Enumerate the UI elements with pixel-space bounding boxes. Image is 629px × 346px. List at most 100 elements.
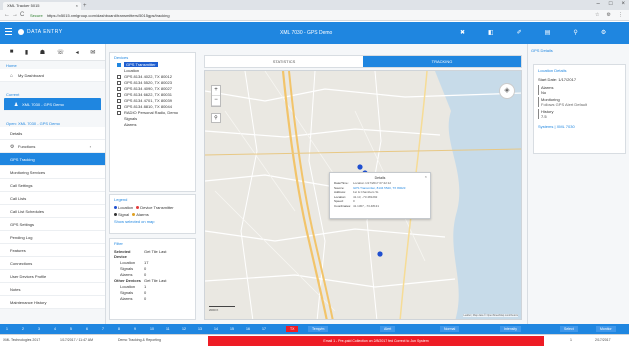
user-icon[interactable]: ☗ (40, 49, 45, 56)
strip-number: 7 (102, 327, 104, 331)
sidebar-item-dashboard[interactable]: ⌂ My Dashboard (0, 69, 105, 82)
monitoring-info: Monitoring Follows GPS Alert Default (538, 97, 621, 107)
bookmark-list-icon[interactable]: ▮ (25, 49, 28, 56)
close-record-icon[interactable]: ✖ (460, 29, 465, 37)
extensions-icon[interactable]: ⚙ (607, 12, 611, 19)
tx-chip[interactable]: TX (286, 326, 299, 332)
map-search-icon[interactable]: ⚲ (211, 113, 221, 123)
monitor-chip[interactable]: Monitor (596, 326, 616, 332)
sidebar-item-label: GPS Settings (10, 222, 35, 227)
checkbox[interactable] (117, 98, 121, 103)
edit-icon[interactable]: ✐ (517, 29, 522, 37)
send-icon[interactable]: ◂ (76, 49, 79, 56)
strip-number: 14 (214, 327, 218, 331)
sidebar-item-pending-log[interactable]: Pending Log (0, 231, 105, 244)
forward-icon[interactable]: → (12, 12, 18, 19)
checkbox[interactable] (117, 104, 121, 109)
popup-close-icon[interactable]: × (425, 174, 427, 179)
legend-title: Legend (114, 197, 128, 202)
zoom-control: + − (211, 85, 221, 107)
location-popup: Details × Date/Time: Location 1/17/2017 0… (329, 172, 431, 219)
strip-number: 10 (150, 327, 154, 331)
sidebar-item-label: User Devices Profile (10, 274, 47, 279)
close-window-icon[interactable]: × (621, 1, 625, 7)
temp-chip[interactable]: Temp/m (308, 326, 329, 332)
map-attribution[interactable]: Leaflet | Map data © OpenStreetMap contr… (463, 314, 518, 317)
reload-icon[interactable]: C (20, 12, 24, 19)
sidebar-item-features[interactable]: Features (0, 244, 105, 257)
sidebar-item-details[interactable]: Details (0, 127, 105, 140)
brand[interactable]: DATA ENTRY (18, 28, 63, 36)
address-bar: ← → C Secure https://x5015.xmlgroup.com/… (0, 10, 629, 21)
map[interactable]: + − ⚲ ◈ Details × Date/Time: Location 1/1… (204, 70, 522, 320)
normal-chip[interactable]: Normal (440, 326, 460, 332)
hamburger-menu-icon[interactable] (5, 28, 12, 35)
minimize-icon[interactable]: – (597, 1, 600, 7)
sidebar-item-label: Features (10, 248, 26, 253)
tracking-main: STATISTICS TRACKING + − ⚲ ◈ Details × Da… (199, 44, 527, 324)
sidebar-item-label: Call Settings (10, 183, 33, 188)
sidebar-item-user-devices[interactable]: User Devices Profile (0, 270, 105, 283)
map-scale: 2000 ft (209, 306, 235, 312)
zoom-in-button[interactable]: + (212, 86, 220, 96)
systems-title[interactable]: Systems | XML 7030 (534, 121, 625, 132)
location-swatch (114, 206, 117, 209)
new-tab-button[interactable]: + (83, 2, 91, 10)
checkbox[interactable] (117, 62, 121, 67)
copyright: XML Technologies 2017 (3, 338, 41, 342)
checkbox[interactable] (117, 92, 121, 97)
alert-chip[interactable]: Alert (380, 326, 396, 332)
layers-icon[interactable]: ◈ (499, 83, 515, 99)
devices-title: Devices (114, 55, 129, 60)
sidebar-item-gps-settings[interactable]: GPS Settings (0, 218, 105, 231)
tab-tracking[interactable]: TRACKING (363, 56, 521, 67)
list-icon[interactable]: ▤ (545, 29, 551, 37)
tab-statistics[interactable]: STATISTICS (205, 56, 363, 67)
sidebar-item-maintenance[interactable]: Maintenance History (0, 296, 105, 309)
sidebar-item-call-lists[interactable]: Call Lists (0, 192, 105, 205)
sidebar-item-label: Functions (18, 144, 36, 149)
bottom-status-strip: 1 2 3 4 5 6 7 8 9 10 11 12 13 14 15 16 1… (0, 324, 629, 334)
sidebar-item-connections[interactable]: Connections (0, 257, 105, 270)
location-details-title: Location Details (538, 68, 567, 73)
sidebar-item-current[interactable]: ♟ XML 7030 - GPS Demo (4, 98, 101, 111)
phone-icon[interactable]: ☏ (57, 49, 65, 56)
sidebar-item-call-settings[interactable]: Call Settings (0, 179, 105, 192)
sidebar-item-call-list-schedules[interactable]: Call List Schedules (0, 205, 105, 218)
sidebar-item-label: My Dashboard (18, 73, 45, 78)
strip-number: 17 (262, 327, 266, 331)
maximize-icon[interactable]: □ (609, 1, 613, 7)
mail-icon[interactable]: ✉ (90, 49, 95, 56)
intensity-chip[interactable]: Intensity (500, 326, 522, 332)
legend-panel: Legend Location Device Transmitter Signa… (109, 194, 196, 234)
device-item[interactable]: Alarms (110, 122, 195, 128)
sidebar-item-functions[interactable]: ⚙ Functions › (0, 140, 105, 153)
checkbox[interactable] (117, 74, 121, 79)
sidebar-item-monitoring[interactable]: Monitoring Services (0, 166, 105, 179)
url-text: https://x5015.xmlgroup.com/dashboard/tra… (46, 13, 170, 18)
checkbox[interactable] (117, 86, 121, 91)
alert-banner[interactable]: Email 1 - Pre-paid Collection on 2/8/201… (208, 336, 544, 346)
sidebar-item-gps-tracking[interactable]: GPS Tracking (0, 153, 105, 166)
browser-menu-icon[interactable]: ⋮ (618, 12, 623, 19)
sidebar-section-home: Home (6, 63, 17, 68)
home-icon[interactable]: ■ (10, 49, 14, 55)
show-selected-link[interactable]: Show selected on map (114, 219, 154, 224)
settings-icon[interactable]: ⚙ (601, 29, 606, 37)
bookmark-icon[interactable]: ☆ (595, 12, 599, 19)
strip-number: 3 (38, 327, 40, 331)
checkbox[interactable] (117, 80, 121, 85)
sidebar-item-notes[interactable]: Notes (0, 283, 105, 296)
filter-title: Filter (114, 241, 123, 246)
checkbox[interactable] (117, 110, 121, 115)
url-field[interactable]: Secure https://x5015.xmlgroup.com/dashbo… (30, 12, 450, 19)
select-chip[interactable]: Select (560, 326, 578, 332)
search-icon[interactable]: ⚲ (573, 29, 577, 37)
alarm-swatch (132, 213, 136, 216)
legend-row: Signal Alarms (110, 211, 195, 218)
tab-close-icon[interactable]: × (76, 2, 78, 10)
split-view-icon[interactable]: ◧ (488, 29, 494, 37)
browser-tab[interactable]: XML Tracker 5015 × (3, 2, 81, 10)
back-icon[interactable]: ← (4, 12, 10, 19)
zoom-out-button[interactable]: − (212, 96, 220, 106)
